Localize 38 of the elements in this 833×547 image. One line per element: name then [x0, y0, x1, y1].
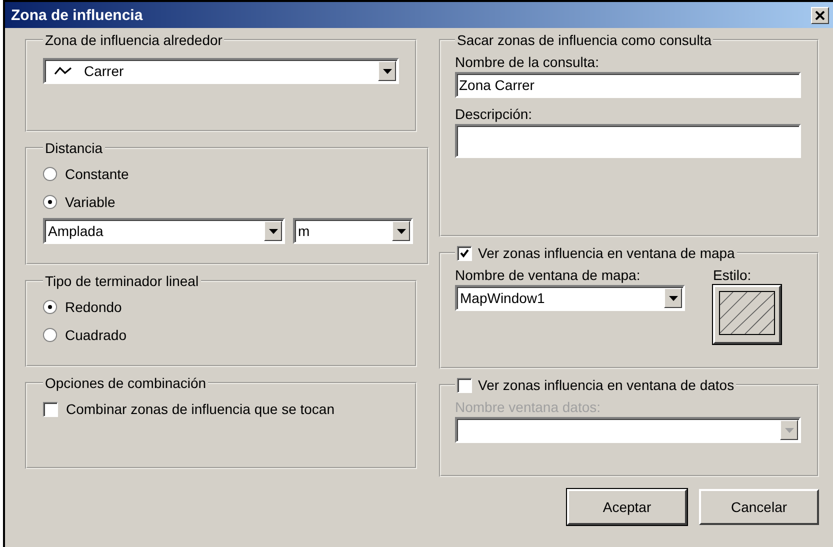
unit-dropdown[interactable]: m — [293, 218, 413, 244]
field-label: Nombre de la consulta: — [455, 53, 600, 72]
data-window-dropdown[interactable] — [455, 417, 801, 443]
field-dropdown[interactable]: Amplada — [43, 218, 285, 244]
group-label: Distancia — [44, 140, 104, 156]
radio-button[interactable] — [43, 300, 57, 314]
line-icon — [54, 66, 72, 76]
window-title: Zona de influencia — [11, 6, 143, 24]
radio-button[interactable] — [43, 195, 57, 209]
radio-label: Variable — [65, 194, 116, 210]
input-field[interactable]: Zona Carrer — [455, 72, 801, 98]
radio-label: Constante — [65, 166, 129, 182]
group-label: Opciones de combinación — [44, 375, 208, 391]
radio-label: Cuadrado — [65, 327, 126, 343]
group-label: Sacar zonas de influencia como consulta — [456, 32, 712, 48]
field-label: Descripción: — [455, 105, 534, 124]
group-label: Tipo de terminador lineal — [44, 273, 200, 289]
checkbox[interactable] — [457, 378, 472, 392]
radio-label: Redondo — [65, 299, 122, 315]
field-label: Estilo: — [713, 266, 752, 285]
dialog-button[interactable]: Aceptar — [567, 489, 687, 525]
checkbox[interactable] — [457, 246, 472, 260]
checkbox-label: Combinar zonas de influencia que se tocan — [66, 401, 335, 417]
close-icon — [815, 10, 825, 20]
group-label: Zona de influencia alrededor — [44, 32, 224, 48]
map-window-dropdown[interactable]: MapWindow1 — [455, 285, 685, 311]
input-field[interactable] — [455, 124, 801, 158]
style-button[interactable] — [713, 285, 781, 344]
close-button[interactable] — [811, 6, 829, 24]
radio-button[interactable] — [43, 328, 57, 342]
hatch-pattern-icon — [719, 291, 775, 335]
layer-dropdown[interactable]: Carrer — [43, 58, 399, 84]
radio-button[interactable] — [43, 167, 57, 181]
field-label: Nombre de ventana de mapa: — [455, 266, 642, 285]
dialog-button[interactable]: Cancelar — [699, 489, 819, 525]
checkbox[interactable] — [43, 402, 58, 416]
checkbox-label: Ver zonas influencia en ventana de mapa — [478, 245, 735, 261]
checkbox-label: Ver zonas influencia en ventana de datos — [478, 377, 734, 393]
